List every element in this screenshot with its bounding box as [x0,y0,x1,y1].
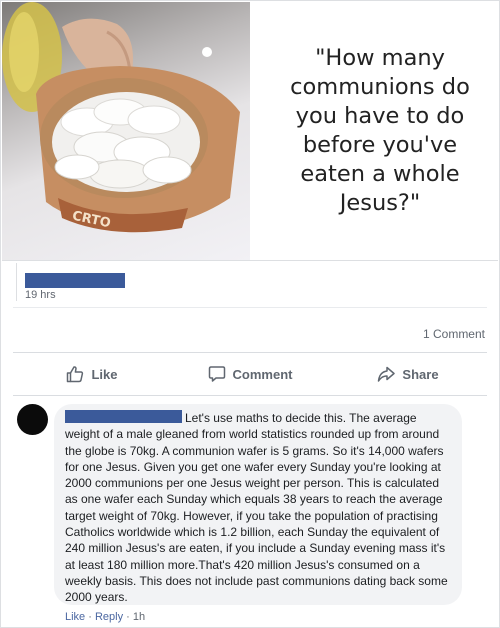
header-divider [13,307,487,308]
comment-text: Let's use maths to decide this. The aver… [65,411,448,605]
share-button-label: Share [402,366,439,382]
share-arrow-icon [378,366,396,382]
post-actions: Like Comment Share [13,353,487,395]
comment-like-link[interactable]: Like [65,611,85,623]
comment-button[interactable]: Comment [171,353,329,395]
comment-button-label: Comment [232,366,293,382]
commenter-avatar[interactable] [17,404,48,435]
post-header-divider [16,263,17,301]
facebook-post: CRTO "How many communions do you have to… [0,0,500,628]
comment-meta: Like · Reply · 1h [65,611,145,623]
communion-wafers-photo: CRTO [2,2,250,260]
speech-bubble-icon [208,366,225,382]
meme-quote: "How many communions do you have to do b… [270,2,490,260]
comment-bubble: Let's use maths to decide this. The aver… [54,404,462,605]
like-button[interactable]: Like [13,353,171,395]
redacted-commenter-name[interactable] [65,410,182,423]
comment-reply-link[interactable]: Reply [95,611,123,623]
post-timestamp[interactable]: 19 hrs [25,289,56,301]
actions-bottom-divider [13,395,487,396]
comment-body: Let's use maths to decide this. The aver… [65,410,454,606]
redacted-poster-name[interactable] [25,273,125,288]
thumbs-up-icon [67,366,84,383]
comment-age[interactable]: 1h [133,611,145,623]
meme-quote-text: "How many communions do you have to do b… [290,45,470,216]
like-button-label: Like [91,366,118,382]
meta-separator: · [123,611,133,623]
meta-separator: · [85,611,95,623]
meme-image: CRTO "How many communions do you have to… [2,2,498,261]
share-button[interactable]: Share [329,353,487,395]
comment-count[interactable]: 1 Comment [423,327,485,341]
